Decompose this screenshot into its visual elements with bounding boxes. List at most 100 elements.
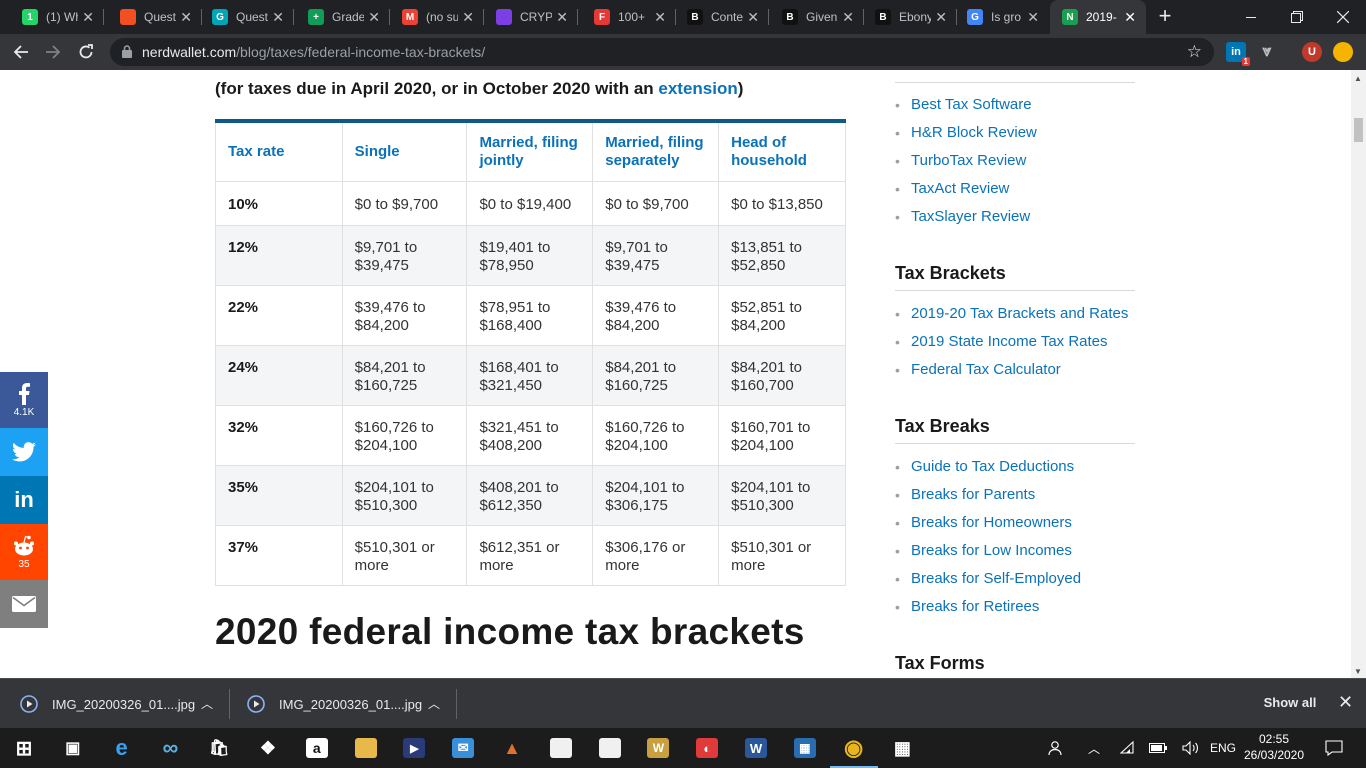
- facebook-share-button[interactable]: 4.1K: [0, 372, 48, 428]
- profile-avatar[interactable]: U: [1302, 42, 1322, 62]
- forward-button[interactable]: [41, 40, 65, 64]
- wifi-icon[interactable]: [1118, 728, 1138, 768]
- close-tab-icon[interactable]: ✕: [462, 9, 474, 25]
- download-item-1[interactable]: IMG_20200326_01....jpg ︿: [20, 679, 220, 729]
- taskbar-chrome-button[interactable]: ◉: [829, 728, 878, 768]
- clock[interactable]: 02:55 26/03/2020: [1238, 731, 1310, 763]
- close-window-button[interactable]: [1320, 0, 1366, 34]
- close-tab-icon[interactable]: ✕: [180, 9, 192, 25]
- sidebar-link[interactable]: 2019-20 Tax Brackets and Rates: [911, 303, 1128, 325]
- browser-tab[interactable]: + Grade ✕: [296, 0, 390, 34]
- address-bar[interactable]: nerdwallet.com/blog/taxes/federal-income…: [110, 38, 1214, 66]
- new-tab-button[interactable]: +: [1153, 5, 1177, 29]
- browser-tab[interactable]: B Conte ✕: [675, 0, 769, 34]
- close-tab-icon[interactable]: ✕: [556, 9, 568, 25]
- browser-tab[interactable]: 1 (1) Wh ✕: [10, 0, 104, 34]
- minimize-button[interactable]: [1228, 0, 1274, 34]
- people-icon[interactable]: [1044, 728, 1066, 768]
- taskbar-dropbox-button[interactable]: ❖: [244, 728, 292, 768]
- table-row: 10% $0 to $9,700 $0 to $19,400 $0 to $9,700…: [215, 180, 846, 226]
- taskbar-word-button[interactable]: W: [732, 728, 780, 768]
- close-tab-icon[interactable]: ✕: [935, 9, 947, 25]
- close-tab-icon[interactable]: ✕: [82, 9, 94, 25]
- scrollbar-thumb[interactable]: [1354, 118, 1363, 142]
- sidebar-link[interactable]: Breaks for Homeowners: [911, 512, 1072, 534]
- scroll-up-arrow-icon[interactable]: ▲: [1354, 74, 1362, 83]
- tab-title: CRYPT: [520, 10, 552, 24]
- taskbar-infinity-button[interactable]: ∞: [146, 728, 194, 768]
- task-view-icon: ▣: [61, 738, 84, 758]
- browser-tab[interactable]: Questi ✕: [108, 0, 202, 34]
- sidebar-link[interactable]: Breaks for Retirees: [911, 596, 1039, 618]
- extension-sun-icon[interactable]: [1333, 42, 1353, 62]
- show-all-downloads-button[interactable]: Show all: [1255, 688, 1325, 718]
- download-item-2[interactable]: IMG_20200326_01....jpg ︿: [247, 679, 447, 729]
- facebook-icon: [19, 382, 30, 405]
- browser-tab[interactable]: N 2019- ✕: [1050, 0, 1146, 34]
- sidebar-link[interactable]: Best Tax Software: [911, 94, 1032, 116]
- taskbar-word-alt-button[interactable]: W: [634, 728, 682, 768]
- taskbar-media-player-button[interactable]: ▶: [390, 728, 438, 768]
- linkedin-share-button[interactable]: in: [0, 476, 48, 524]
- extension-link[interactable]: extension: [658, 79, 737, 98]
- back-button[interactable]: [9, 40, 33, 64]
- close-tab-icon[interactable]: ✕: [1124, 9, 1136, 25]
- chevron-up-icon[interactable]: ︿: [428, 695, 440, 712]
- page-scrollbar[interactable]: ▲ ▼: [1351, 70, 1366, 678]
- browser-tab[interactable]: M (no su ✕: [390, 0, 484, 34]
- browser-tab[interactable]: B Given ✕: [770, 0, 864, 34]
- browser-tab[interactable]: G Questi ✕: [200, 0, 294, 34]
- reload-button[interactable]: [74, 40, 98, 64]
- taskbar-start-button[interactable]: ⊞: [0, 728, 48, 768]
- sidebar-link[interactable]: Guide to Tax Deductions: [911, 456, 1074, 478]
- taskbar-calculator-button[interactable]: ▦: [878, 728, 926, 768]
- chevron-up-icon[interactable]: ︿: [201, 695, 213, 712]
- scroll-down-arrow-icon[interactable]: ▼: [1354, 667, 1362, 676]
- taskbar-photos-button[interactable]: ▦: [781, 728, 829, 768]
- bookmark-star-icon[interactable]: ☆: [1187, 42, 1202, 62]
- tray-chevron-up-icon[interactable]: ︿: [1084, 728, 1104, 768]
- restore-button[interactable]: [1274, 0, 1320, 34]
- browser-tab[interactable]: B Ebony ✕: [863, 0, 957, 34]
- bracket-range-cell: $160,726 to $204,100: [341, 404, 468, 466]
- twitter-share-button[interactable]: [0, 428, 48, 476]
- volume-icon[interactable]: [1180, 728, 1202, 768]
- close-tab-icon[interactable]: ✕: [368, 9, 380, 25]
- browser-tab[interactable]: G Is gro ✕: [955, 0, 1049, 34]
- close-tab-icon[interactable]: ✕: [1027, 9, 1039, 25]
- sidebar-link[interactable]: TaxSlayer Review: [911, 206, 1030, 228]
- sidebar-link[interactable]: H&R Block Review: [911, 122, 1037, 144]
- taskbar-paint-button[interactable]: ◐: [683, 728, 731, 768]
- sidebar-link[interactable]: Breaks for Self-Employed: [911, 568, 1081, 590]
- battery-icon[interactable]: [1148, 728, 1168, 768]
- email-share-button[interactable]: [0, 580, 48, 628]
- tax-rate-cell: 24%: [215, 344, 343, 406]
- sidebar-link[interactable]: Breaks for Low Incomes: [911, 540, 1072, 562]
- close-tab-icon[interactable]: ✕: [654, 9, 666, 25]
- close-tab-icon[interactable]: ✕: [747, 9, 759, 25]
- taskbar-store-button[interactable]: 🛍: [195, 728, 243, 768]
- taskbar-matlab-button[interactable]: ▲: [488, 728, 536, 768]
- language-indicator[interactable]: ENG: [1208, 728, 1238, 768]
- taskbar-document-button[interactable]: [537, 728, 585, 768]
- taskbar-task-view-button[interactable]: ▣: [49, 728, 97, 768]
- close-tab-icon[interactable]: ✕: [272, 9, 284, 25]
- taskbar-file-explorer-button[interactable]: [342, 728, 390, 768]
- sidebar-link[interactable]: Federal Tax Calculator: [911, 359, 1061, 381]
- taskbar-edge-button[interactable]: e: [98, 728, 146, 768]
- sidebar-link[interactable]: TurboTax Review: [911, 150, 1026, 172]
- browser-tab[interactable]: CRYPT ✕: [484, 0, 578, 34]
- taskbar-document-button[interactable]: [586, 728, 634, 768]
- sidebar-link[interactable]: TaxAct Review: [911, 178, 1009, 200]
- close-tab-icon[interactable]: ✕: [842, 9, 854, 25]
- sidebar-link[interactable]: 2019 State Income Tax Rates: [911, 331, 1108, 353]
- browser-tab[interactable]: F 100+ ✕: [582, 0, 676, 34]
- vivaldi-extension-icon[interactable]: ⩔: [1257, 42, 1277, 62]
- taskbar-amazon-button[interactable]: a: [293, 728, 341, 768]
- reddit-share-button[interactable]: 35: [0, 524, 48, 580]
- close-shelf-icon[interactable]: ✕: [1338, 692, 1353, 713]
- action-center-icon[interactable]: [1320, 728, 1348, 768]
- linkedin-extension-icon[interactable]: in 1: [1226, 42, 1250, 66]
- taskbar-mail-button[interactable]: ✉: [439, 728, 487, 768]
- sidebar-link[interactable]: Breaks for Parents: [911, 484, 1035, 506]
